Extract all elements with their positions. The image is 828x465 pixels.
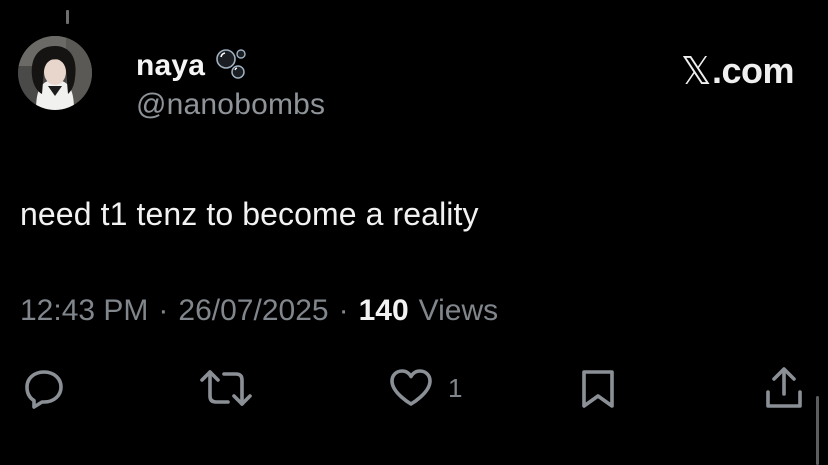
reply-icon: [25, 370, 63, 409]
like-count: 1: [448, 372, 463, 403]
views-label[interactable]: Views: [419, 294, 498, 328]
display-name[interactable]: naya: [136, 49, 205, 83]
avatar[interactable]: [18, 36, 92, 110]
bubbles-icon: [215, 46, 249, 85]
meta-separator: ·: [158, 294, 169, 327]
share-button[interactable]: [762, 360, 806, 416]
bookmark-icon: [582, 370, 614, 408]
brand-label: .com: [711, 50, 795, 91]
bookmark-button[interactable]: [578, 360, 618, 416]
tweet-meta: 12:43 PM · 26/07/2025 · 140 Views: [20, 294, 498, 328]
tweet-actions: 1: [0, 360, 828, 420]
retweet-button[interactable]: [198, 360, 254, 416]
reply-button[interactable]: [22, 360, 66, 416]
tweet-date[interactable]: 26/07/2025: [178, 294, 328, 328]
profile-photo: [18, 36, 92, 110]
like-button[interactable]: 1: [388, 360, 462, 416]
scroll-indicator-right[interactable]: [816, 396, 819, 465]
tweet-time[interactable]: 12:43 PM: [20, 294, 148, 328]
views-count[interactable]: 140: [359, 294, 409, 328]
tweet-text: need t1 tenz to become a reality: [20, 196, 479, 232]
scroll-indicator-top: [66, 10, 69, 24]
tweet-screenshot: naya @nanobombs 𝕏 .com need t1 tenz to b…: [0, 0, 828, 465]
meta-separator: ·: [338, 294, 349, 327]
share-icon: [766, 367, 802, 408]
retweet-icon: [200, 370, 252, 406]
brand-logo: 𝕏 .com: [680, 49, 795, 93]
heart-icon: [390, 369, 432, 406]
author-name-row: naya: [136, 46, 249, 85]
x-logo-icon: 𝕏: [680, 49, 712, 93]
author-handle[interactable]: @nanobombs: [136, 88, 325, 122]
